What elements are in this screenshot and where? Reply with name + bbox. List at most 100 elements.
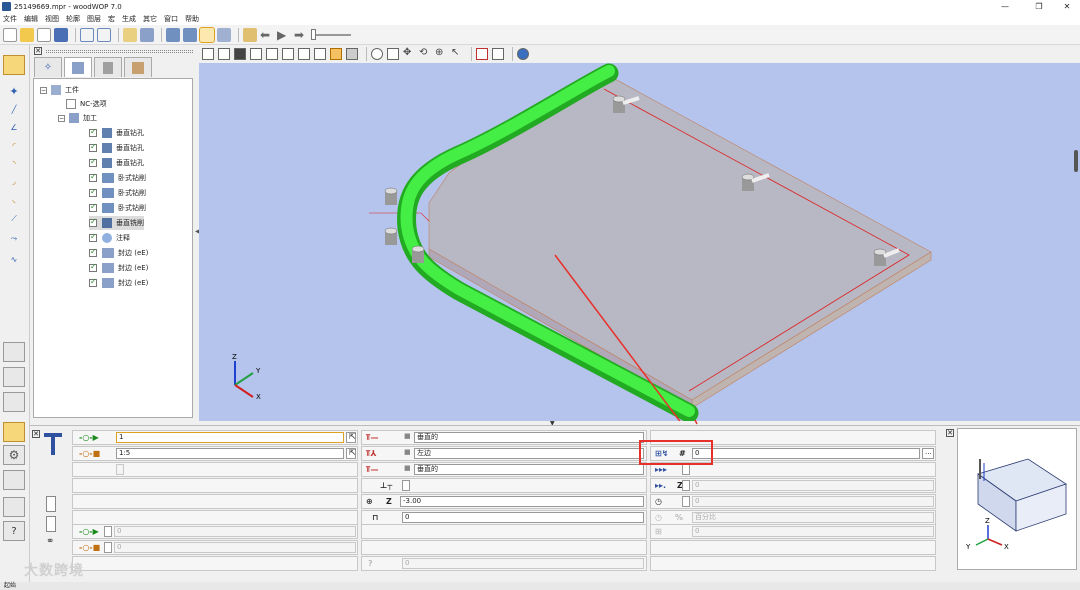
checkbox[interactable] [89, 262, 97, 272]
count-field[interactable]: 0 [692, 526, 934, 537]
curve-icon[interactable]: ∿ [5, 251, 23, 267]
tree-item[interactable]: 卧式钻削 [89, 171, 146, 185]
spline-icon[interactable]: ⤳ [5, 231, 23, 247]
speed-checkbox[interactable] [682, 496, 690, 507]
view-shade-icon[interactable] [346, 48, 358, 60]
open-folder-icon[interactable] [20, 27, 34, 42]
arrow-right-icon[interactable]: ➡ [294, 28, 308, 42]
contour-select-icon[interactable] [3, 55, 25, 75]
percent-select[interactable]: 百分比 [692, 512, 934, 523]
point-icon[interactable]: ✦ [5, 83, 23, 99]
speed-field[interactable]: 0 [692, 496, 934, 507]
tree-nc-options[interactable]: NC-选项 [66, 97, 107, 111]
speed-slider[interactable] [311, 28, 351, 40]
tree-item[interactable]: 封边 (eE) [89, 246, 148, 260]
correction-side-select[interactable]: 左边 [414, 448, 644, 459]
bottom-c2-field[interactable]: 0 [402, 558, 644, 569]
checkbox[interactable] [89, 202, 97, 212]
checkbox[interactable] [89, 247, 97, 257]
tree-root[interactable]: − 工件 [40, 83, 79, 97]
tree-machining[interactable]: − 加工 [58, 111, 97, 125]
arc-point-icon[interactable]: ◝ [5, 155, 23, 171]
redo-icon[interactable] [97, 27, 111, 42]
saw-tool-icon[interactable] [3, 422, 25, 442]
checkbox[interactable] [89, 232, 97, 242]
panel-close-icon[interactable]: ✕ [32, 430, 40, 438]
start-point-field[interactable]: 1 [116, 432, 344, 443]
direction-2-select[interactable]: 垂直的 [414, 464, 644, 475]
panel-grip[interactable] [46, 50, 193, 53]
view-iso2-icon[interactable] [314, 48, 326, 60]
checkbox[interactable] [89, 127, 97, 137]
viewport-scroll-handle[interactable] [1074, 150, 1078, 172]
view-top-icon[interactable] [234, 48, 246, 60]
tree-item[interactable]: 卧式钻削 [89, 186, 146, 200]
3d-viewport[interactable]: Z Y X [199, 63, 1080, 441]
macro-icon[interactable] [140, 27, 154, 42]
link-icon[interactable]: ⚭ [46, 536, 58, 550]
checkbox[interactable] [89, 187, 97, 197]
end-point-field[interactable]: 1:5 [116, 448, 344, 459]
workpiece-tool-icon[interactable] [3, 342, 25, 362]
help-icon[interactable]: ? [3, 521, 25, 541]
measure-icon[interactable] [476, 48, 488, 60]
view-bottom-icon[interactable] [250, 48, 262, 60]
collapse-icon[interactable]: − [40, 86, 47, 94]
end-flag-value[interactable]: 0 [114, 542, 356, 553]
feed-checkbox[interactable] [682, 464, 690, 475]
tab-workpiece[interactable] [64, 57, 92, 77]
checkbox[interactable] [89, 142, 97, 152]
tree-item[interactable]: 卧式钻削 [89, 201, 146, 215]
zoom-fit-icon[interactable] [387, 48, 399, 60]
rotate-icon[interactable]: ⟲ [419, 48, 431, 60]
undo-icon[interactable] [80, 27, 94, 42]
arrow-left-icon[interactable]: ⬅ [260, 28, 274, 42]
tab-contour[interactable]: ✧ [34, 57, 62, 77]
save-icon[interactable] [54, 27, 68, 42]
z-feed-checkbox[interactable] [682, 480, 690, 491]
tab-variables[interactable] [94, 57, 122, 77]
menu-window[interactable]: 窗口 [164, 14, 178, 24]
tree-item[interactable]: 注释 [89, 231, 130, 245]
line-angle-icon[interactable]: ∠ [5, 119, 23, 135]
view-front-icon[interactable] [202, 48, 214, 60]
offset-field[interactable]: 0 [402, 512, 644, 523]
workpiece-icon[interactable] [123, 27, 137, 42]
checkbox[interactable] [89, 277, 97, 287]
tool-check-checkbox[interactable] [402, 480, 410, 491]
globe-icon[interactable] [517, 48, 529, 60]
checkbox[interactable] [89, 217, 97, 227]
tree-item[interactable]: 垂直钻孔 [89, 126, 144, 140]
polyline-icon[interactable]: ⟋ [5, 211, 23, 227]
zoom-icon[interactable] [371, 48, 383, 60]
direction-1-select[interactable]: 垂直的 [414, 432, 644, 443]
menu-view[interactable]: 视图 [45, 14, 59, 24]
cube-view-icon[interactable] [166, 27, 180, 42]
arc-center-icon[interactable]: ◟ [5, 191, 23, 207]
menu-contour[interactable]: 轮廓 [66, 14, 80, 24]
mill-tool-icon[interactable] [3, 392, 25, 412]
pick-start-button[interactable]: ⇱ [346, 432, 356, 443]
menu-macro[interactable]: 宏 [108, 14, 115, 24]
view-iso-active-icon[interactable] [330, 48, 342, 60]
gear-tool-icon[interactable]: ⚙ [3, 445, 25, 465]
preview-close-icon[interactable]: ✕ [946, 429, 954, 437]
new-file-icon[interactable] [3, 27, 17, 42]
menu-layer[interactable]: 图层 [87, 14, 101, 24]
cube-solid-icon[interactable] [183, 27, 197, 42]
tool-browse-button[interactable]: ... [922, 448, 934, 459]
grid-icon[interactable] [492, 48, 504, 60]
tree-item[interactable]: 垂直钻孔 [89, 156, 144, 170]
view-iso1-icon[interactable] [298, 48, 310, 60]
pan-icon[interactable]: ✥ [403, 48, 415, 60]
menu-generate[interactable]: 生成 [122, 14, 136, 24]
start-flag-value[interactable]: 0 [114, 526, 356, 537]
arc-icon[interactable]: ◜ [5, 137, 23, 153]
document-icon[interactable] [3, 497, 25, 517]
tree-item[interactable]: 垂直钻孔 [89, 141, 144, 155]
tab-components[interactable] [124, 57, 152, 77]
minimize-button[interactable]: — [990, 0, 1020, 13]
maximize-button[interactable]: ❐ [1024, 0, 1054, 13]
start-flag-checkbox[interactable] [104, 526, 112, 537]
view-right-icon[interactable] [282, 48, 294, 60]
